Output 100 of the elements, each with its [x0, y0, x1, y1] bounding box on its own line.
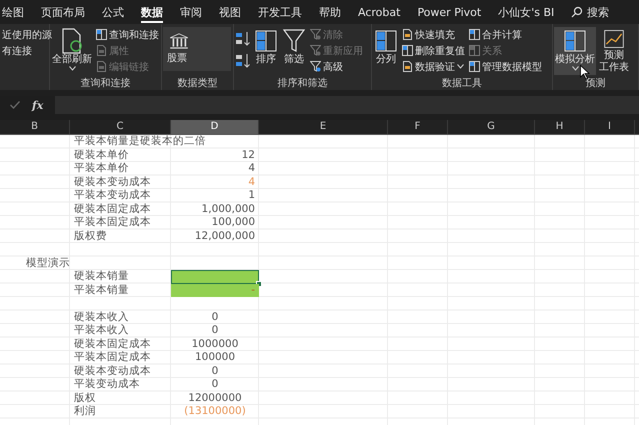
ribbon-command[interactable]: 有连接	[1, 43, 53, 58]
cell-value: (13100000)	[184, 405, 246, 417]
column-header[interactable]: F	[388, 120, 448, 134]
cell-value: 0	[212, 364, 218, 376]
column-header[interactable]: I	[585, 120, 635, 134]
ribbon-command[interactable]: 管理数据模型	[468, 59, 543, 74]
cell-value: -	[251, 284, 255, 296]
gallery-item-label[interactable]: 股票	[167, 51, 227, 65]
mouse-pointer-icon	[580, 65, 590, 80]
line-chart-icon	[602, 28, 626, 50]
cell-text: 利润	[74, 405, 96, 417]
table-icon	[374, 28, 398, 54]
ribbon-command[interactable]: 高级	[309, 59, 364, 74]
cell-text: 平装本变动成本	[74, 189, 151, 201]
ribbon-tab[interactable]: Power Pivot	[408, 0, 490, 24]
cell-value: 1000000	[192, 338, 238, 350]
insert-function-button[interactable]: fx	[32, 98, 44, 112]
cell-value: 1	[248, 189, 255, 201]
ribbon-tab[interactable]: 公式	[94, 0, 132, 24]
cell-text: 硬装本单价	[74, 148, 129, 160]
cell-text: 硬装本收入	[74, 310, 129, 322]
ribbon-tab[interactable]: 审阅	[172, 0, 210, 24]
cell-text: 平装本固定成本	[74, 216, 151, 228]
filter-icon	[282, 28, 306, 54]
ribbon-tab[interactable]: Acrobat	[350, 0, 409, 24]
column-header[interactable]: D	[171, 120, 259, 134]
cell-text: 模型演示	[26, 256, 70, 268]
cell-value: 0	[212, 324, 218, 336]
ribbon-group-label: 数据工具	[441, 77, 483, 90]
ribbon-large-button[interactable]: 全部刷新	[51, 27, 93, 75]
ribbon-large-button[interactable]: 筛选	[281, 27, 307, 75]
sort-descending-icon[interactable]	[235, 53, 251, 69]
column-header[interactable]: E	[259, 120, 388, 134]
cell-text: 平装本收入	[74, 324, 129, 336]
table-icon	[469, 45, 480, 56]
table-icon	[402, 45, 413, 56]
cell-value: 0	[212, 378, 218, 390]
cell-text: 版权费	[74, 230, 107, 242]
table-icon	[563, 28, 587, 54]
document-icon	[96, 61, 107, 72]
ribbon-tab[interactable]: 开发工具	[250, 0, 310, 24]
column-header[interactable]: G	[448, 120, 535, 134]
ribbon-group-label: 排序和筛选	[276, 76, 328, 90]
cell-text: 平装变动成本	[74, 378, 140, 390]
ribbon-command[interactable]: 删除重复值	[401, 43, 466, 58]
ribbon-group-label: 数据类型	[176, 76, 218, 90]
cell-text: 硬装本变动成本	[74, 364, 151, 376]
cell-value: 12,000,000	[194, 230, 255, 242]
cell-text: 版权	[74, 392, 96, 404]
document-refresh-icon	[60, 28, 84, 54]
cell-value: 1,000,000	[202, 202, 255, 214]
table-icon	[96, 29, 107, 40]
cell-text: 平装本单价	[74, 162, 129, 174]
ribbon-large-button[interactable]: 预测工作表	[598, 27, 630, 75]
ribbon-tab[interactable]: 绘图	[0, 0, 32, 24]
table-icon	[469, 29, 480, 40]
ribbon-tab[interactable]: 数据	[132, 0, 172, 24]
ribbon-command[interactable]: 合并计算	[468, 27, 543, 42]
ribbon-command[interactable]: 数据验证	[401, 59, 466, 74]
cell-text: 硬装本固定成本	[74, 338, 151, 350]
bank-building-icon	[167, 33, 191, 49]
filter-icon	[310, 45, 321, 56]
ribbon-large-button[interactable]: 分列	[373, 27, 399, 75]
table-icon	[254, 28, 278, 54]
cell-value: 100,000	[212, 216, 255, 228]
ribbon-group-label: 预测	[584, 76, 606, 90]
cell-value: 0	[212, 310, 218, 322]
cell-text: 硬装本变动成本	[74, 176, 151, 188]
cell-value: 12000000	[188, 392, 242, 404]
document-icon	[402, 61, 413, 72]
ribbon-command[interactable]: 快速填充	[401, 27, 466, 42]
ribbon-tab[interactable]: 帮助	[310, 0, 350, 24]
ribbon-tab[interactable]: 视图	[210, 0, 250, 24]
data-type-gallery[interactable]: 股票	[163, 27, 231, 71]
ribbon-tab[interactable]: 页面布局	[32, 0, 94, 24]
ribbon-command[interactable]: 近使用的源	[1, 27, 53, 42]
search-button[interactable]: 搜索	[570, 4, 609, 20]
cell-text: 平装本固定成本	[74, 351, 151, 363]
ribbon-group-label: 查询和连接	[80, 76, 132, 90]
filter-icon	[310, 61, 321, 72]
ribbon-command[interactable]: 查询和连接	[95, 27, 160, 42]
ribbon-large-button[interactable]: 排序	[253, 27, 279, 75]
document-icon	[402, 29, 413, 40]
column-header[interactable]: B	[0, 120, 70, 134]
cell-value: 12	[242, 148, 255, 160]
cell-text: 平装本销量	[74, 284, 129, 296]
column-header[interactable]: H	[535, 120, 585, 134]
cell-text: 平装本销量是硬装本的二倍	[74, 135, 206, 147]
sort-ascending-icon[interactable]	[235, 31, 251, 47]
cell-value: 100000	[194, 351, 236, 363]
document-icon	[96, 45, 107, 56]
ribbon-tab[interactable]: 小仙女's BI	[490, 0, 563, 24]
cell-value: 4	[248, 176, 255, 188]
cell-value: 4	[248, 162, 255, 174]
filter-icon	[310, 29, 321, 40]
table-icon	[469, 61, 480, 72]
cell-text: 硬装本销量	[74, 270, 129, 282]
cell-text: 硬装本固定成本	[74, 202, 151, 214]
check-icon[interactable]	[10, 101, 20, 109]
search-icon	[570, 6, 583, 18]
